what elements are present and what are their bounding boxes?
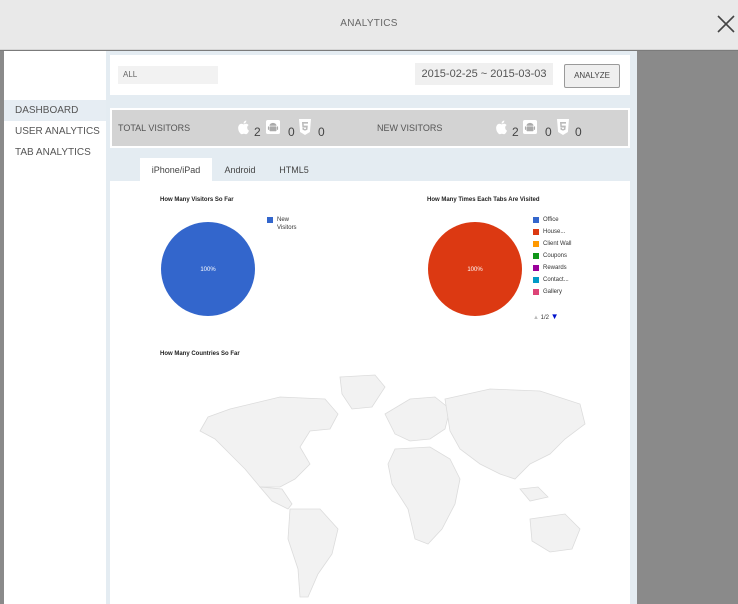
- apple-icon: [238, 120, 249, 135]
- analyze-button[interactable]: ANALYZE: [564, 64, 620, 88]
- tabs-chart-title: How Many Times Each Tabs Are Visited: [427, 197, 540, 203]
- main-content: ALL 2015-02-25 ~ 2015-03-03 ANALYZE TOTA…: [106, 51, 637, 604]
- sidebar-item-user-analytics[interactable]: USER ANALYTICS: [4, 121, 106, 142]
- legend-item-2: Client Wall: [533, 240, 571, 250]
- pager-up-icon[interactable]: ▲: [533, 315, 539, 321]
- continent-greenland: [339, 374, 386, 410]
- new-visitors-label: NEW VISITORS: [377, 123, 443, 133]
- countries-chart-title: How Many Countries So Far: [160, 351, 240, 357]
- total-visitors-label: TOTAL VISITORS: [118, 123, 191, 133]
- tab-iphone-ipad[interactable]: iPhone/iPad: [140, 158, 212, 182]
- legend-label: Office: [543, 217, 559, 223]
- html5-icon: [299, 119, 311, 135]
- modal-header: ANALYTICS: [0, 0, 738, 50]
- visitor-stats-bar: TOTAL VISITORS 2 0 0 NEW VISITORS 2 0 0: [110, 108, 630, 148]
- continent-central-america: [259, 486, 293, 510]
- legend-item-3: Coupons: [533, 252, 567, 262]
- continent-islands: [519, 486, 549, 502]
- filter-bar: ALL 2015-02-25 ~ 2015-03-03 ANALYZE: [110, 55, 630, 95]
- legend-label: House...: [543, 229, 566, 235]
- tab-html5[interactable]: HTML5: [268, 158, 320, 182]
- legend-item-0: Office: [533, 216, 559, 226]
- scope-select[interactable]: ALL: [118, 66, 218, 84]
- pager-text: 1/2: [540, 315, 549, 321]
- legend-item-6: Gallery: [533, 288, 562, 298]
- pie-slice-label: 100%: [200, 267, 216, 273]
- apple-icon: [496, 120, 507, 135]
- legend-swatch: [267, 217, 273, 223]
- continent-africa: [387, 446, 461, 545]
- legend-swatch: [533, 265, 539, 271]
- continent-asia: [444, 388, 586, 480]
- legend-swatch: [533, 253, 539, 259]
- legend-item-new-visitors: New Visitors: [267, 216, 303, 231]
- new-html5-count: 0: [575, 125, 582, 139]
- legend-swatch: [533, 289, 539, 295]
- modal-title: ANALYTICS: [340, 18, 398, 29]
- sidebar-item-tab-analytics[interactable]: TAB ANALYTICS: [4, 142, 106, 163]
- android-icon: [266, 120, 280, 134]
- android-icon: [523, 120, 537, 134]
- legend-label: Coupons: [543, 253, 568, 259]
- legend-swatch: [533, 277, 539, 283]
- visitors-chart-title: How Many Visitors So Far: [160, 197, 234, 203]
- new-ios-count: 2: [512, 125, 519, 139]
- new-android-count: 0: [545, 125, 552, 139]
- world-map: [199, 374, 586, 598]
- html5-icon: [557, 119, 569, 135]
- tabs-pie-chart: 100%: [428, 222, 522, 316]
- legend-label: Client Wall: [543, 241, 572, 247]
- legend-label: Rewards: [543, 265, 567, 271]
- legend-label: Contact...: [543, 277, 569, 283]
- close-icon[interactable]: [714, 12, 738, 36]
- continent-south-america: [287, 508, 339, 598]
- sidebar-item-dashboard[interactable]: DASHBOARD: [4, 100, 106, 121]
- legend-pager: ▲ 1/2 ▼: [533, 312, 559, 321]
- legend-label: Gallery: [543, 289, 563, 295]
- legend-label: New Visitors: [277, 217, 297, 231]
- legend-item-1: House...: [533, 228, 565, 238]
- visitors-pie-chart: 100%: [161, 222, 255, 316]
- legend-swatch: [533, 229, 539, 235]
- sidebar-nav: DASHBOARD USER ANALYTICS TAB ANALYTICS: [4, 100, 106, 163]
- legend-swatch: [533, 241, 539, 247]
- tab-android[interactable]: Android: [212, 158, 268, 182]
- pager-down-icon[interactable]: ▼: [551, 312, 559, 321]
- continent-australia: [529, 513, 581, 553]
- total-html5-count: 0: [318, 125, 325, 139]
- total-android-count: 0: [288, 125, 295, 139]
- charts-panel: How Many Visitors So Far 100% New Visito…: [110, 181, 630, 604]
- continent-europe: [384, 396, 451, 442]
- legend-item-5: Contact...: [533, 276, 569, 286]
- date-range-input[interactable]: 2015-02-25 ~ 2015-03-03: [415, 63, 553, 85]
- continent-north-america: [199, 396, 339, 488]
- legend-item-4: Rewards: [533, 264, 567, 274]
- backdrop-right: [637, 51, 738, 604]
- pie-slice-label: 100%: [467, 267, 483, 273]
- total-ios-count: 2: [254, 125, 261, 139]
- legend-swatch: [533, 217, 539, 223]
